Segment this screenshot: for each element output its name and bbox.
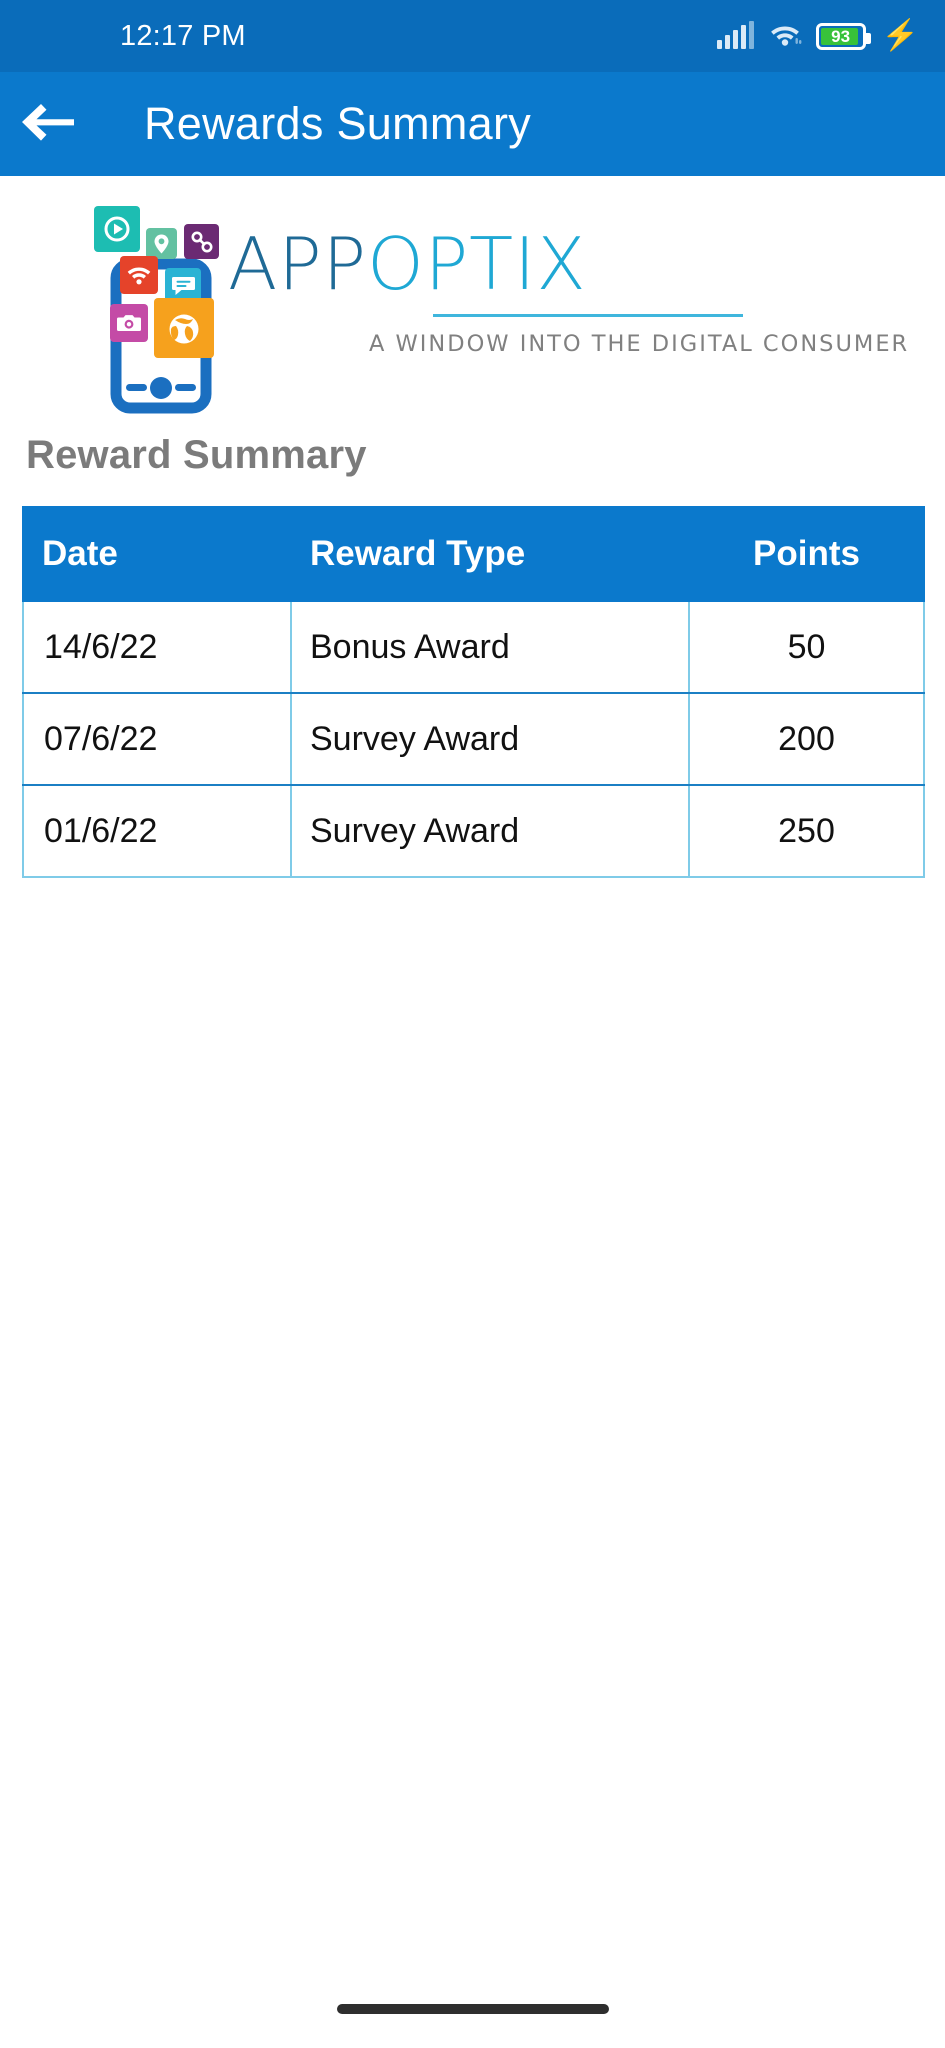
main-content: APPOPTIX A WINDOW INTO THE DIGITAL CONSU…	[0, 176, 945, 2048]
app-screen: 12:17 PM 93 ⚡ Rewards Summary APPOPTIX A…	[0, 0, 945, 2048]
brand-optix-text: OPTIX	[367, 222, 587, 306]
cell-type: Bonus Award	[290, 600, 690, 694]
globe-icon	[154, 298, 214, 358]
rewards-table-container: Date Reward Type Points 14/6/22 Bonus Aw…	[22, 506, 925, 878]
table-header-row: Date Reward Type Points	[22, 506, 925, 602]
cell-points: 50	[688, 600, 925, 694]
charging-bolt-icon: ⚡	[881, 19, 919, 52]
cell-date: 07/6/22	[22, 692, 292, 786]
status-bar: 12:17 PM 93 ⚡	[0, 0, 945, 72]
cell-date: 14/6/22	[22, 600, 292, 694]
table-body: 14/6/22 Bonus Award 50 07/6/22 Survey Aw…	[22, 600, 925, 878]
table-header: Date Reward Type Points	[22, 506, 925, 602]
location-pin-icon	[146, 228, 177, 259]
cell-points: 200	[688, 692, 925, 786]
column-header-type: Reward Type	[290, 506, 690, 602]
table-row[interactable]: 01/6/22 Survey Award 250	[22, 784, 925, 878]
cell-type: Survey Award	[290, 692, 690, 786]
status-time: 12:17 PM	[120, 19, 246, 52]
status-icons: 93 ⚡	[716, 19, 919, 52]
wifi-icon	[768, 21, 802, 52]
back-arrow-icon	[19, 100, 77, 149]
wifi-icon	[120, 256, 158, 294]
column-header-date: Date	[22, 506, 292, 602]
link-icon	[184, 224, 219, 259]
app-tiles	[88, 206, 223, 386]
page-title: Rewards Summary	[144, 98, 532, 149]
cell-date: 01/6/22	[22, 784, 292, 878]
home-indicator[interactable]	[336, 2004, 609, 2014]
brand-underline	[433, 314, 743, 317]
brand-logo: APPOPTIX A WINDOW INTO THE DIGITAL CONSU…	[0, 184, 945, 419]
section-heading: Reward Summary	[26, 433, 367, 477]
table-row[interactable]: 07/6/22 Survey Award 200	[22, 692, 925, 786]
table-row[interactable]: 14/6/22 Bonus Award 50	[22, 600, 925, 694]
column-header-points: Points	[688, 506, 925, 602]
app-bar: Rewards Summary	[0, 72, 945, 176]
back-button[interactable]	[0, 72, 96, 176]
cell-type: Survey Award	[290, 784, 690, 878]
brand-tagline: A WINDOW INTO THE DIGITAL CONSUMER	[369, 331, 910, 357]
cell-points: 250	[688, 784, 925, 878]
battery-percent: 93	[831, 26, 851, 46]
brand-app-text: APP	[228, 222, 368, 306]
brand-wordmark: APPOPTIX A WINDOW INTO THE DIGITAL CONSU…	[228, 228, 907, 357]
battery-icon: 93	[815, 22, 871, 50]
rewards-table: Date Reward Type Points 14/6/22 Bonus Aw…	[22, 506, 925, 878]
camera-icon	[110, 304, 148, 342]
play-icon	[94, 206, 140, 252]
signal-icon	[716, 21, 754, 49]
